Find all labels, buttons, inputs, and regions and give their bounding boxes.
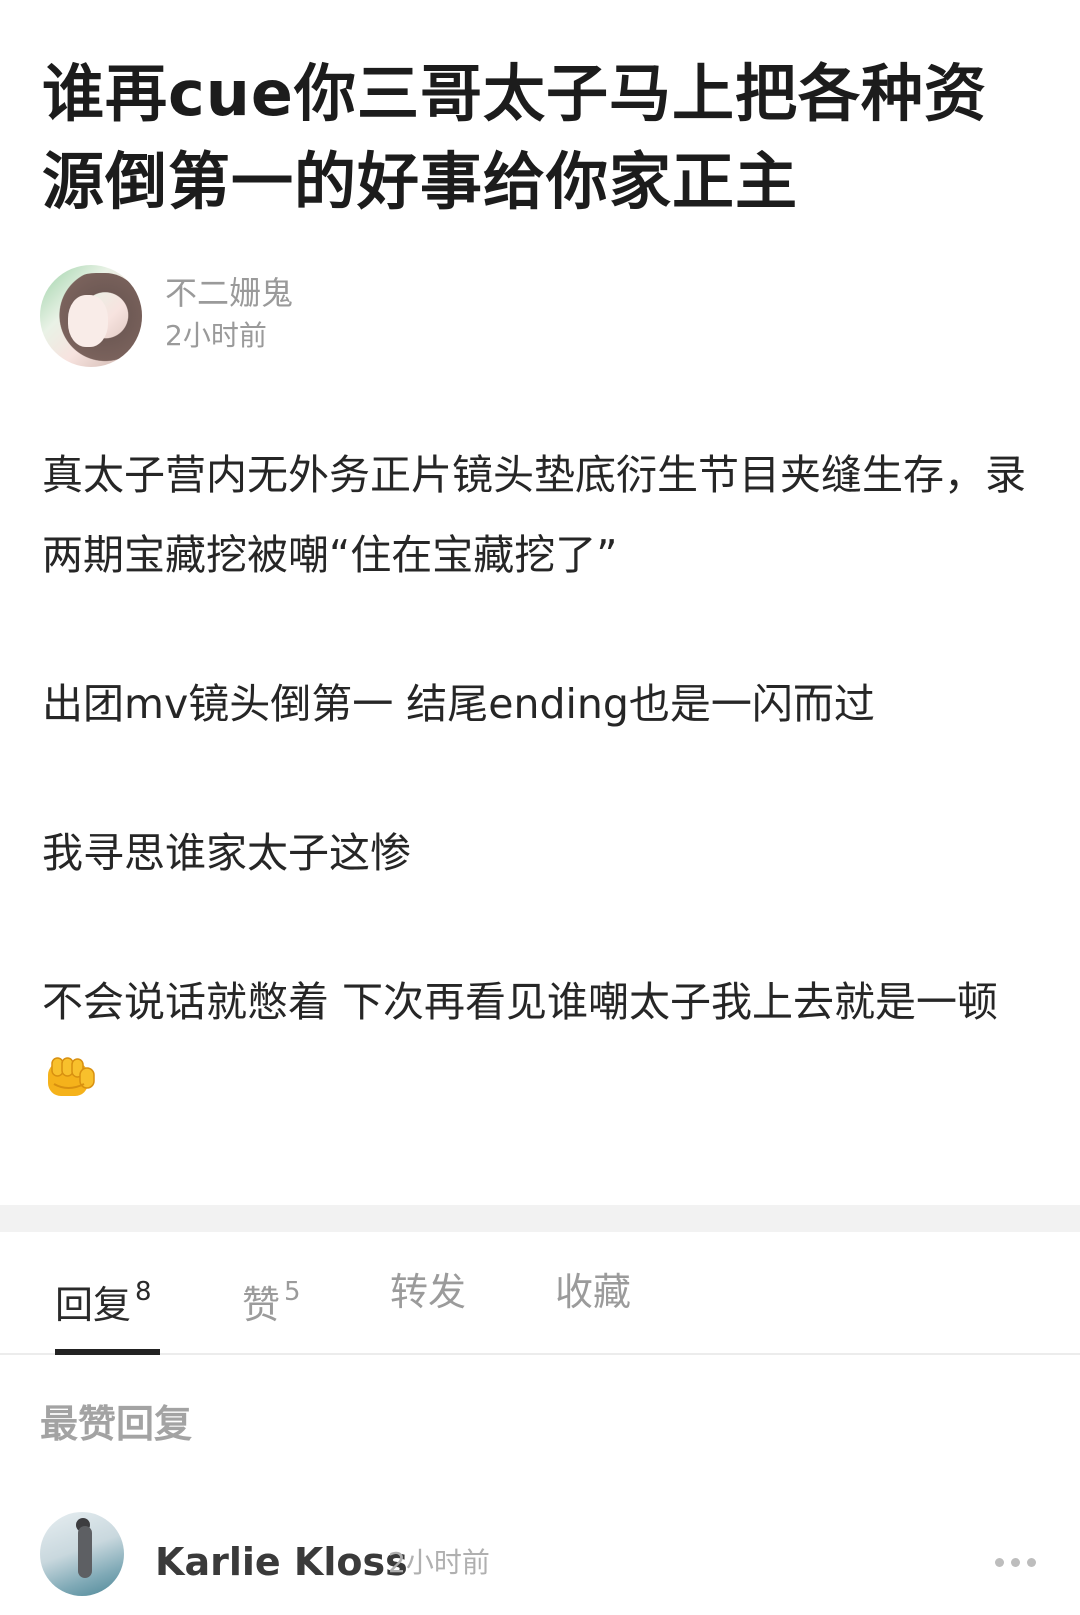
post-paragraph: 出团mv镜头倒第一 结尾ending也是一闪而过 (42, 680, 875, 728)
tab-replies-count: 8 (135, 1277, 152, 1307)
tab-collect-label: 收藏 (555, 1270, 632, 1314)
section-divider (0, 1205, 1080, 1232)
post-paragraph: 真太子营内无外务正片镜头垫底衍生节目夹缝生存，录两期宝藏挖被嘲“住在宝藏挖了” (42, 451, 1026, 579)
post-paragraph: 我寻思谁家太子这惨 (42, 829, 411, 877)
more-dot (995, 1558, 1004, 1567)
more-dot (1027, 1558, 1036, 1567)
post-paragraph-text: 不会说话就憋着 下次再看见谁嘲太子我上去就是一顿 (42, 978, 999, 1026)
interaction-tabs: 回复 8 赞5 转发 收藏 (0, 1232, 1080, 1355)
post-body: 真太子营内无外务正片镜头垫底衍生节目夹缝生存，录两期宝藏挖被嘲“住在宝藏挖了” … (42, 435, 1052, 1191)
avatar-figure-body (78, 1526, 92, 1578)
tab-forward[interactable]: 转发 (390, 1268, 466, 1316)
post-title: 谁再cue你三哥太子马上把各种资源倒第一的好事给你家正主 (42, 57, 987, 218)
reply-username[interactable]: Karlie Kloss (155, 1538, 408, 1586)
active-tab-indicator (55, 1349, 160, 1355)
reply-time: 2小时前 (388, 1546, 490, 1579)
more-dot (1011, 1558, 1020, 1567)
tab-forward-label: 转发 (390, 1270, 467, 1314)
more-options-icon[interactable] (995, 1556, 1039, 1568)
author-avatar[interactable] (40, 265, 142, 367)
post-time: 2小时前 (165, 319, 267, 352)
post-paragraph-last: 不会说话就憋着 下次再看见谁嘲太子我上去就是一顿 (42, 962, 1052, 1122)
tab-replies[interactable]: 回复 8 (55, 1268, 152, 1329)
tab-replies-label: 回复 (55, 1283, 132, 1327)
tab-likes-count: 5 (284, 1277, 301, 1307)
author-name[interactable]: 不二姗鬼 (165, 273, 293, 313)
tab-collect[interactable]: 收藏 (555, 1268, 631, 1316)
avatar-face-shape (68, 295, 108, 347)
best-replies-heading: 最赞回复 (40, 1402, 193, 1446)
fist-icon (44, 1048, 98, 1096)
tab-likes-label: 赞 (242, 1283, 281, 1327)
tab-likes[interactable]: 赞5 (242, 1268, 301, 1329)
reply-avatar[interactable] (40, 1512, 124, 1596)
